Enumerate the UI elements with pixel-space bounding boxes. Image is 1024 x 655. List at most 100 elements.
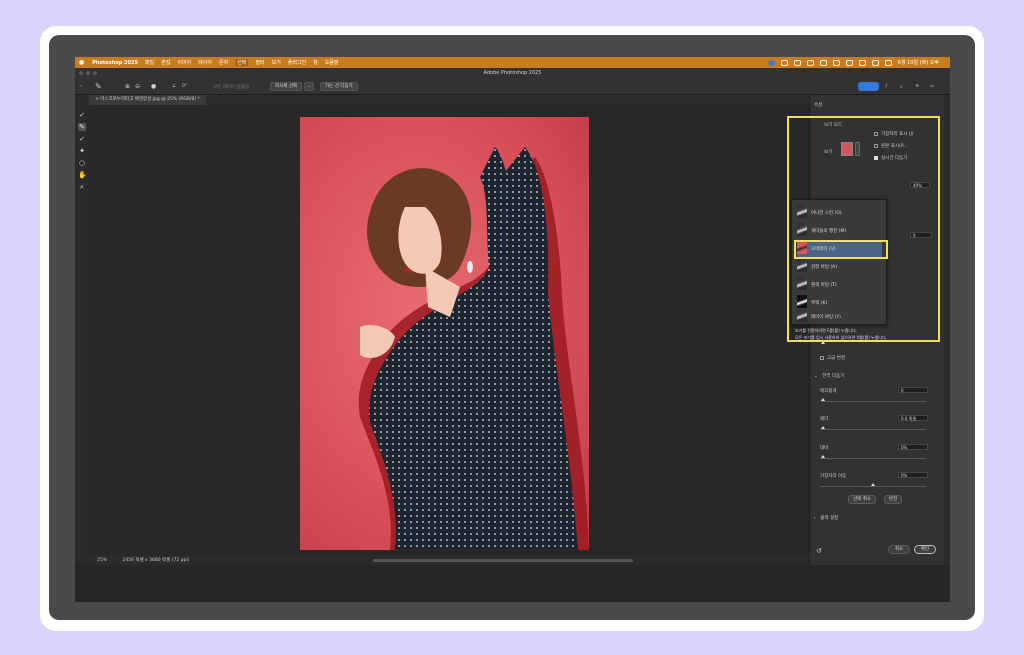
invert-button[interactable]: 반전 xyxy=(884,495,902,504)
refine-hair-button[interactable]: 가는 선 다듬기 xyxy=(320,82,358,91)
high-quality-checkbox[interactable]: 고급 변경 xyxy=(820,355,845,361)
horizontal-scrollbar[interactable] xyxy=(373,559,633,562)
clear-selection-button[interactable]: 선택 취소 xyxy=(848,495,876,504)
menu-type[interactable]: 문자 xyxy=(219,59,228,66)
chevron-right-icon[interactable]: › xyxy=(814,516,816,521)
contrast-field[interactable]: 0% xyxy=(898,444,928,450)
output-settings-section[interactable]: › 출력 설정 xyxy=(814,515,838,521)
wifi-icon[interactable] xyxy=(858,59,866,66)
select-subject-button[interactable]: 피사체 선택 xyxy=(270,82,303,91)
global-refine-section[interactable]: ⌄ 전역 다듬기 xyxy=(814,373,844,379)
status-bar: 25% 2456 픽셀 x 3680 픽셀 (72 ppi) xyxy=(89,556,809,565)
high-quality-label: 고급 변경 xyxy=(827,356,845,361)
zoom-tool-icon[interactable]: ⌕ xyxy=(78,183,86,191)
panel-title: 속성 xyxy=(814,103,823,108)
menu-image[interactable]: 이미지 xyxy=(177,59,191,66)
menu-help[interactable]: 도움말 xyxy=(325,59,339,66)
window-title: Adobe Photoshop 2025 xyxy=(483,70,542,76)
mac-menubar: ● Photoshop 2025 파일 편집 이미지 레이어 문자 선택 필터 … xyxy=(75,57,950,68)
brush-tool-icon[interactable]: ✓ xyxy=(78,135,86,143)
keyboard-icon[interactable] xyxy=(793,59,801,66)
workspace-icon[interactable]: ▭ xyxy=(930,82,934,91)
menu-select[interactable]: 선택 xyxy=(235,59,249,66)
canvas-area[interactable] xyxy=(89,105,819,556)
brush-tool-preset-icon[interactable]: ✎ xyxy=(95,82,102,91)
document-tab-title: 마스크로누끼따고 배경합성.jpg @ 25% (RGB/8) * xyxy=(100,97,200,102)
reset-icon[interactable]: ↺ xyxy=(816,547,822,555)
app-status-icon[interactable] xyxy=(767,59,775,66)
menu-view[interactable]: 보기 xyxy=(272,59,281,66)
menu-window[interactable]: 창 xyxy=(313,59,318,66)
high-quality-box[interactable] xyxy=(820,355,824,360)
search-panel-icon[interactable]: ⌕ xyxy=(900,82,903,91)
global-refine-title: 전역 다듬기 xyxy=(822,374,845,379)
angle-field[interactable]: 0° xyxy=(182,82,187,91)
refine-edge-brush-icon[interactable]: ✎ xyxy=(78,123,86,131)
clock[interactable]: 6월 10일 (화) 오후 xyxy=(898,59,939,66)
menubar-status: 6월 10일 (화) 오후 xyxy=(767,57,946,68)
feather-slider-knob[interactable] xyxy=(821,426,825,429)
menu-file[interactable]: 파일 xyxy=(145,59,154,66)
apple-icon[interactable]: ● xyxy=(79,59,84,66)
object-selection-icon[interactable]: ✦ xyxy=(78,147,86,155)
overlay-highlight xyxy=(794,240,888,259)
smooth-slider-knob[interactable] xyxy=(821,398,825,401)
contrast-slider[interactable] xyxy=(820,458,926,459)
battery-icon[interactable] xyxy=(845,59,853,66)
display-icon[interactable] xyxy=(806,59,814,66)
tools-panel: ✓ ✎ ✓ ✦ ○ ✋ ⌕ xyxy=(75,95,89,565)
window-controls xyxy=(79,71,97,75)
contrast-slider-knob[interactable] xyxy=(821,455,825,458)
panel-dock-strip xyxy=(944,95,950,565)
brush-size-picker[interactable]: ● xyxy=(151,82,156,91)
lightbulb-icon[interactable]: ☀ xyxy=(915,82,919,91)
cancel-button[interactable]: 취소 xyxy=(888,545,910,554)
menu-plugins[interactable]: 플러그인 xyxy=(288,59,306,66)
menu-edit[interactable]: 편집 xyxy=(161,59,170,66)
menu-app-name[interactable]: Photoshop 2025 xyxy=(92,60,138,66)
chevron-down-icon[interactable]: ⌄ xyxy=(304,82,314,91)
hand-tool-icon[interactable]: ✋ xyxy=(78,171,87,179)
shift-edge-field[interactable]: 0% xyxy=(898,472,928,478)
shift-edge-slider[interactable] xyxy=(820,486,926,487)
cloud-icon[interactable] xyxy=(780,59,788,66)
sample-all-layers-checkbox[interactable]: 모든 레이어 샘플링 xyxy=(213,82,249,91)
close-window-button[interactable] xyxy=(79,71,83,75)
minimize-window-button[interactable] xyxy=(86,71,90,75)
screen: ● Photoshop 2025 파일 편집 이미지 레이어 문자 선택 필터 … xyxy=(75,57,950,602)
angle-icon: ∠ xyxy=(172,84,177,89)
ok-button[interactable]: 확인 xyxy=(914,545,936,554)
share-button[interactable] xyxy=(858,82,879,91)
bell-icon[interactable]: ♪ xyxy=(885,82,888,91)
feather-slider[interactable] xyxy=(820,429,926,430)
subtract-selection-icon[interactable]: ⊖ xyxy=(135,82,140,91)
add-to-selection-icon[interactable]: ⊕ xyxy=(125,82,130,91)
shift-edge-label: 가장자리 이동 xyxy=(820,474,847,479)
smooth-slider[interactable] xyxy=(820,401,926,402)
shift-edge-slider-knob[interactable] xyxy=(871,483,875,486)
refine-hair-group: 가는 선 다듬기 xyxy=(320,82,358,91)
view-mode-highlight xyxy=(787,116,940,342)
search-icon[interactable] xyxy=(871,59,879,66)
options-bar: ‹ ✎ ⊕ ⊖ ● ∠ 0° 모든 레이어 샘플링 피사체 선택 ⌄ 가는 선 … xyxy=(75,78,950,95)
zoom-window-button[interactable] xyxy=(93,71,97,75)
close-tab-icon[interactable]: × xyxy=(95,97,99,102)
chevron-down-icon[interactable]: ⌄ xyxy=(814,374,818,379)
document-image[interactable] xyxy=(300,117,589,550)
volume-icon[interactable] xyxy=(832,59,840,66)
contrast-label: 대비 xyxy=(820,446,829,451)
smooth-field[interactable]: 0 xyxy=(898,387,928,393)
feather-label: 페더 xyxy=(820,417,829,422)
quick-selection-icon[interactable]: ✓ xyxy=(78,111,86,119)
document-tab[interactable]: × 마스크로누끼따고 배경합성.jpg @ 25% (RGB/8) * xyxy=(89,95,206,105)
window-titlebar: Adobe Photoshop 2025 xyxy=(75,68,950,78)
menu-filter[interactable]: 필터 xyxy=(255,59,264,66)
zoom-level[interactable]: 25% xyxy=(97,558,107,563)
bluetooth-icon[interactable] xyxy=(819,59,827,66)
lasso-tool-icon[interactable]: ○ xyxy=(78,159,86,167)
control-center-icon[interactable] xyxy=(884,59,892,66)
feather-field[interactable]: 0.0 픽셀 xyxy=(898,415,928,421)
menu-layer[interactable]: 레이어 xyxy=(198,59,212,66)
document-info: 2456 픽셀 x 3680 픽셀 (72 ppi) xyxy=(122,558,190,563)
back-arrow-icon[interactable]: ‹ xyxy=(80,82,82,91)
